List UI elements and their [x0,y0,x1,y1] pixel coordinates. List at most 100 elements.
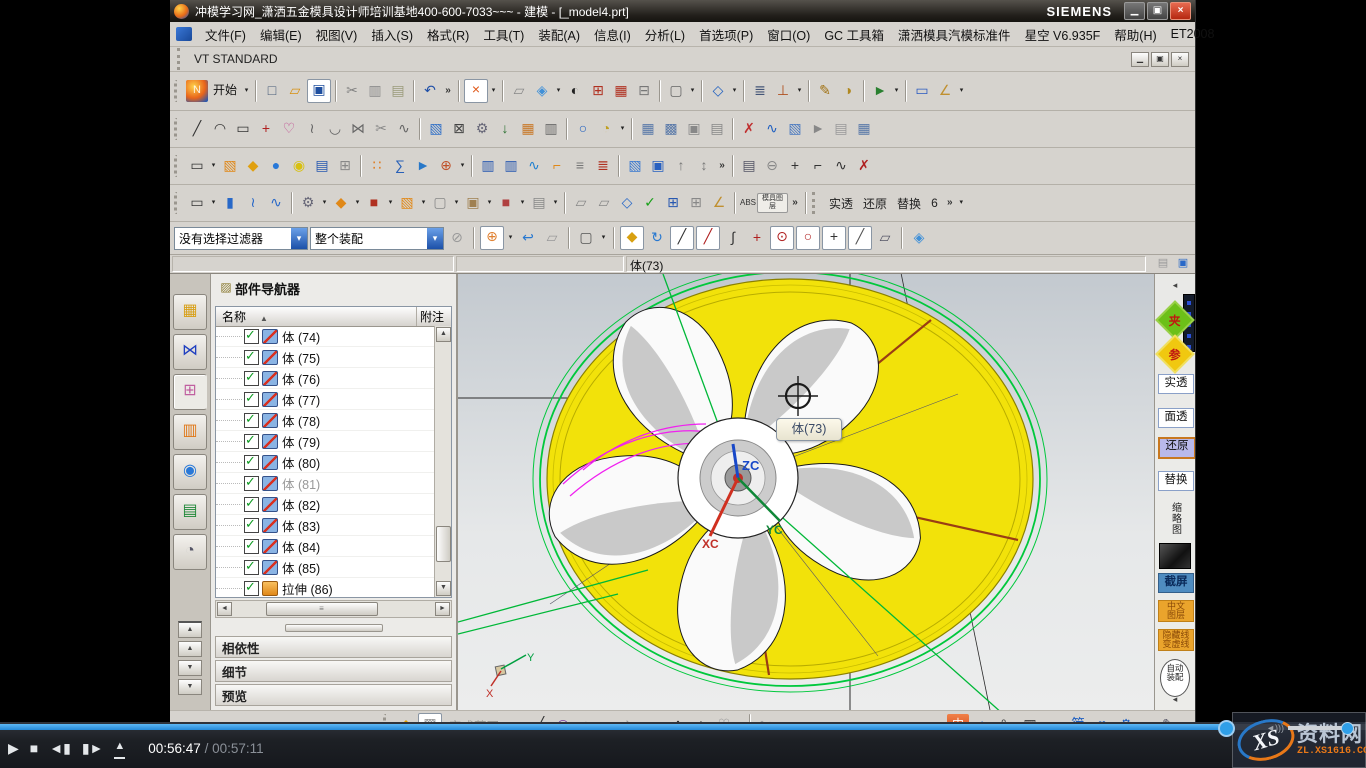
model-canvas[interactable]: ZC XC YC Y X [458,274,1195,710]
tree-row[interactable]: 体 (85) [216,557,435,578]
print-tool[interactable]: ▤ [738,155,760,177]
menu-item[interactable]: ET2008 [1164,25,1222,43]
palette-clock[interactable]: ◔ [173,534,207,570]
menu-item[interactable]: 信息(I) [587,23,638,46]
face-snap[interactable]: ▱ [874,227,896,249]
sketch-caret[interactable]: ▾ [209,155,218,177]
revolve[interactable]: ◔ [595,118,617,140]
marquee-caret[interactable]: ▾ [599,227,608,249]
interpart-link[interactable]: ⊘ [446,227,468,249]
open-file[interactable]: ▱ [284,80,306,102]
visibility-checkbox[interactable] [244,392,259,407]
cr2-caret[interactable]: ▾ [518,192,527,214]
diamond-blue[interactable]: ◇ [616,192,638,214]
offset-curve[interactable]: ≀ [301,118,323,140]
view-caret[interactable]: ▾ [554,80,563,102]
arrow-up[interactable]: ↑ [670,155,692,177]
menu-item[interactable]: 星空 V6.935F [1018,23,1108,46]
layer-settings[interactable]: ≣ [749,80,771,102]
gear-feature[interactable]: ⚙ [471,118,493,140]
chinese-layer-button[interactable]: 中文图层 [1158,600,1194,622]
cube-tan[interactable]: ▣ [462,192,484,214]
reuse-library[interactable]: ▥ [173,414,207,450]
point-set[interactable]: ∷ [366,155,388,177]
tray-a[interactable]: ▱ [570,192,592,214]
open-clam[interactable]: ▱ [541,227,563,249]
visibility-checkbox[interactable] [244,476,259,491]
volume-handle[interactable] [1341,722,1354,735]
menu-item[interactable]: 装配(A) [531,23,587,46]
visibility-checkbox[interactable] [244,497,259,512]
nx-logo[interactable]: N [186,80,208,102]
wcs-dynamics[interactable]: ⊥ [772,80,794,102]
menu-item[interactable]: 插入(S) [364,23,420,46]
cube-orange[interactable]: ▧ [396,192,418,214]
scrollbar-thumb[interactable] [436,526,451,562]
visibility-checkbox[interactable] [244,455,259,470]
diamond-orange[interactable]: ◆ [330,192,352,214]
part-navigator[interactable]: ⊞ [173,374,207,410]
speaker-icon[interactable]: ◄))) [1266,723,1284,733]
delete-tool[interactable]: ✗ [853,155,875,177]
visibility-checkbox[interactable] [244,350,259,365]
tree-row[interactable]: 体 (84) [216,536,435,557]
flag[interactable]: ► [412,155,434,177]
wcs-caret[interactable]: ▾ [795,80,804,102]
vertical-scrollbar[interactable]: ▲ ▼ [434,326,451,597]
save[interactable]: ▣ [307,79,331,103]
tool-gear[interactable]: ⚙ [297,192,319,214]
tree-row[interactable]: 体 (82) [216,494,435,515]
tree-row[interactable]: 体 (76) [216,368,435,389]
mdi-minimize-button[interactable]: ▁ [1131,52,1149,67]
wireframe-view[interactable]: ⊞ [587,80,609,102]
visibility-checkbox[interactable] [244,371,259,386]
chevron-down-icon[interactable]: ▾ [291,228,307,249]
intersection-snap[interactable]: + [746,227,768,249]
cylinders[interactable]: ▮ [219,192,241,214]
sheet-body[interactable]: ▣ [683,118,705,140]
bg-caret[interactable]: ▾ [688,80,697,102]
play[interactable]: ▶ [8,734,19,762]
measure-caret[interactable]: ▾ [957,80,966,102]
accordion-section[interactable]: 相依性 [215,636,452,658]
auto-assembly-button[interactable]: 自动装配 [1160,659,1190,697]
facet-view[interactable]: ▦ [610,80,632,102]
quadrant-snap[interactable]: ○ [796,226,820,250]
spline-2[interactable]: ∿ [830,155,852,177]
minimize-button[interactable]: ▁ [1124,2,1145,20]
trim-curve[interactable]: ✂ [370,118,392,140]
rotate-point[interactable]: ↻ [646,227,668,249]
divide-curve[interactable]: ∿ [393,118,415,140]
new-file[interactable]: □ [261,80,283,102]
line[interactable]: ╱ [186,118,208,140]
curve-snap[interactable]: ∫ [722,227,744,249]
object-display[interactable]: ◑ [837,80,859,102]
validate-check[interactable]: ✓ [639,192,661,214]
name-column-header[interactable]: 名称▲ [216,307,417,326]
cube-plain[interactable]: ▤ [528,192,550,214]
cube-gray[interactable]: ▢ [429,192,451,214]
shelf-a[interactable]: ▥ [477,155,499,177]
select-tool[interactable]: ► [807,118,829,140]
menu-item[interactable]: 文件(F) [198,23,253,46]
display-mode-button[interactable]: 6 [926,194,943,212]
menu-item[interactable]: 工具(T) [476,23,531,46]
menu-item[interactable]: 窗口(O) [760,23,817,46]
paste[interactable]: ▤ [387,80,409,102]
accordion-section[interactable]: 预览 [215,684,452,706]
tree-row[interactable]: 体 (81) [216,473,435,494]
tree-row[interactable]: 体 (75) [216,347,435,368]
copy[interactable]: ▥ [364,80,386,102]
sphere[interactable]: ○ [572,118,594,140]
s-pipe[interactable]: ∿ [265,192,287,214]
restore-button[interactable]: ▣ [1147,2,1168,20]
face-transparent-button[interactable]: 面透 [1158,408,1194,428]
menu-item[interactable]: 分析(L) [638,23,692,46]
reference-diamond-button[interactable]: 参 [1158,340,1192,368]
cg-caret[interactable]: ▾ [452,192,461,214]
start-menu[interactable]: 开始 [209,80,241,102]
shelf-b[interactable]: ▥ [500,155,522,177]
dia-caret[interactable]: ▾ [353,192,362,214]
collapse-arrow-icon[interactable]: ◂ [1158,694,1192,704]
collapse-arrow-icon[interactable]: ◂ [1158,280,1192,290]
